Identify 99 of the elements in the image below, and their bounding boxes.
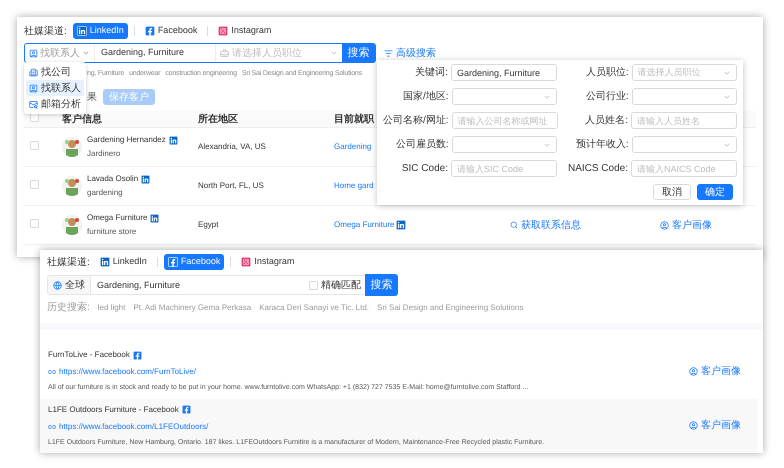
- filter-icon: [384, 48, 393, 58]
- contact-name: Lavada Osolin: [87, 173, 138, 185]
- linkedin-icon: [100, 257, 110, 267]
- user-icon: [689, 421, 698, 430]
- field-label: 关键词:: [414, 66, 448, 80]
- field-label: 公司雇员数:: [394, 138, 449, 152]
- field-label: 预计年收入:: [574, 138, 629, 152]
- field-label: 人员职位:: [584, 66, 629, 80]
- link-icon: [48, 422, 56, 430]
- location-cell-text: North Port, FL, US: [198, 180, 265, 192]
- contact-name: Gardening Hernandez: [87, 134, 166, 146]
- linkedin-icon: [76, 26, 87, 36]
- globe-icon: [53, 280, 62, 290]
- instagram-icon: [218, 26, 228, 36]
- mail-search-icon: [29, 100, 38, 108]
- menu-item[interactable]: 找联系人: [26, 80, 84, 96]
- checkbox[interactable]: [30, 180, 39, 188]
- location-cell-text: Egypt: [198, 219, 220, 231]
- select-field[interactable]: [632, 88, 737, 105]
- contact-icon: [29, 84, 38, 92]
- checkbox[interactable]: [309, 280, 318, 290]
- result-title: L1FE Outdoors Furniture - Facebook: [48, 404, 179, 416]
- channel-tab[interactable]: Facebook: [164, 254, 224, 270]
- company-link[interactable]: Gardening: [334, 141, 372, 153]
- history-item[interactable]: Sri Sai Design and Engineering Solutions: [377, 302, 524, 314]
- channel-label: 社媒渠道:: [24, 24, 67, 38]
- result-label: 果: [87, 90, 97, 104]
- facebook-icon: [182, 405, 191, 414]
- instagram-icon: [241, 257, 252, 267]
- menu-item[interactable]: 邮箱分析: [26, 96, 84, 112]
- select-field[interactable]: [632, 136, 737, 153]
- contact-icon: [29, 48, 38, 58]
- column-header: 所在地区: [198, 112, 239, 126]
- linkedin-icon: [168, 136, 178, 144]
- user-icon: [660, 220, 669, 230]
- history-item[interactable]: Pt. Adi Machinery Gema Perkasa: [133, 302, 252, 314]
- caret-icon: [82, 49, 90, 57]
- contact-title: furniture store: [87, 226, 138, 238]
- field-label: NAICS Code:: [566, 162, 628, 176]
- result-title: FurnToLive - Facebook: [48, 349, 130, 361]
- history-item[interactable]: Karaca Deri Sanayi ve Tic. Ltd.: [259, 302, 370, 314]
- linkedin-icon: [141, 174, 150, 184]
- column-header: 客户信息: [62, 112, 103, 126]
- user-icon: [689, 366, 698, 376]
- select-field[interactable]: [452, 136, 557, 153]
- select-field[interactable]: [452, 88, 557, 105]
- channel-tab[interactable]: Instagram: [214, 23, 276, 39]
- channel-tab[interactable]: Instagram: [237, 254, 298, 270]
- search-button[interactable]: 搜索: [342, 44, 375, 62]
- contact-title: Jardinero: [87, 148, 122, 160]
- contact-title: gardening: [87, 187, 124, 199]
- text-field[interactable]: 请输入人员姓名: [631, 112, 737, 129]
- result-url[interactable]: https://www.facebook.com/FurnToLive/: [59, 366, 196, 378]
- keyword-field[interactable]: Gardening, Furniture: [95, 46, 215, 60]
- company-link[interactable]: Omega Furniture: [334, 219, 394, 231]
- checkbox[interactable]: [30, 140, 39, 150]
- field-label: 国家/地区:: [402, 90, 449, 104]
- text-field[interactable]: 请输入NAICS Code: [631, 160, 737, 177]
- column-header: 目前就职: [334, 112, 374, 126]
- building-icon: [29, 68, 38, 76]
- profile-link[interactable]: 客户画像: [660, 218, 712, 232]
- cancel-button[interactable]: 取消: [653, 184, 691, 200]
- text-field[interactable]: 请输入SIC Code: [451, 160, 557, 177]
- field-label: SIC Code:: [400, 162, 448, 176]
- scope-select[interactable]: 全球: [47, 275, 91, 295]
- facebook-icon: [168, 257, 178, 267]
- linkedin-icon: [396, 220, 406, 230]
- facebook-icon: [144, 26, 155, 36]
- caret-icon: [330, 49, 338, 57]
- linkedin-icon: [150, 214, 160, 222]
- profile-link[interactable]: 客户画像: [689, 364, 741, 379]
- text-field[interactable]: 请输入公司名称或网址: [452, 112, 558, 129]
- history-label: 历史搜索:: [47, 300, 90, 315]
- contact-name: Omega Furniture: [87, 212, 148, 224]
- company-link[interactable]: Home gard: [334, 180, 374, 192]
- menu-item[interactable]: 找公司: [26, 64, 84, 80]
- text-field[interactable]: Gardening, Furniture: [451, 64, 557, 81]
- profile-link[interactable]: 客户画像: [689, 418, 741, 434]
- get-contact-link[interactable]: 获取联系信息: [510, 218, 660, 232]
- channel-tab[interactable]: LinkedIn: [72, 23, 128, 39]
- facebook-icon: [132, 350, 142, 360]
- result-url[interactable]: https://www.facebook.com/L1FEOutdoors/: [59, 420, 208, 432]
- channel-tab[interactable]: LinkedIn: [96, 254, 151, 270]
- checkbox[interactable]: [30, 218, 39, 228]
- history-item[interactable]: led light: [98, 302, 126, 314]
- channel-tab[interactable]: Facebook: [140, 23, 202, 39]
- confirm-button[interactable]: 确定: [697, 184, 733, 200]
- exact-match-label: 精确匹配: [321, 278, 361, 292]
- field-label: 公司行业:: [584, 90, 629, 104]
- advanced-search-link[interactable]: 高级搜索: [384, 46, 436, 60]
- field-label: 人员姓名:: [584, 114, 628, 128]
- link-icon: [48, 368, 56, 376]
- search-icon: [510, 221, 518, 229]
- field-label: 公司名称/网址:: [383, 114, 449, 128]
- keyword-field[interactable]: Gardening, Furniture: [91, 275, 309, 295]
- channel-label: 社媒渠道:: [47, 256, 90, 270]
- search-button[interactable]: 搜索: [365, 274, 398, 296]
- briefcase-icon: [220, 48, 229, 58]
- location-cell-text: Alexandria, VA, US: [198, 141, 267, 153]
